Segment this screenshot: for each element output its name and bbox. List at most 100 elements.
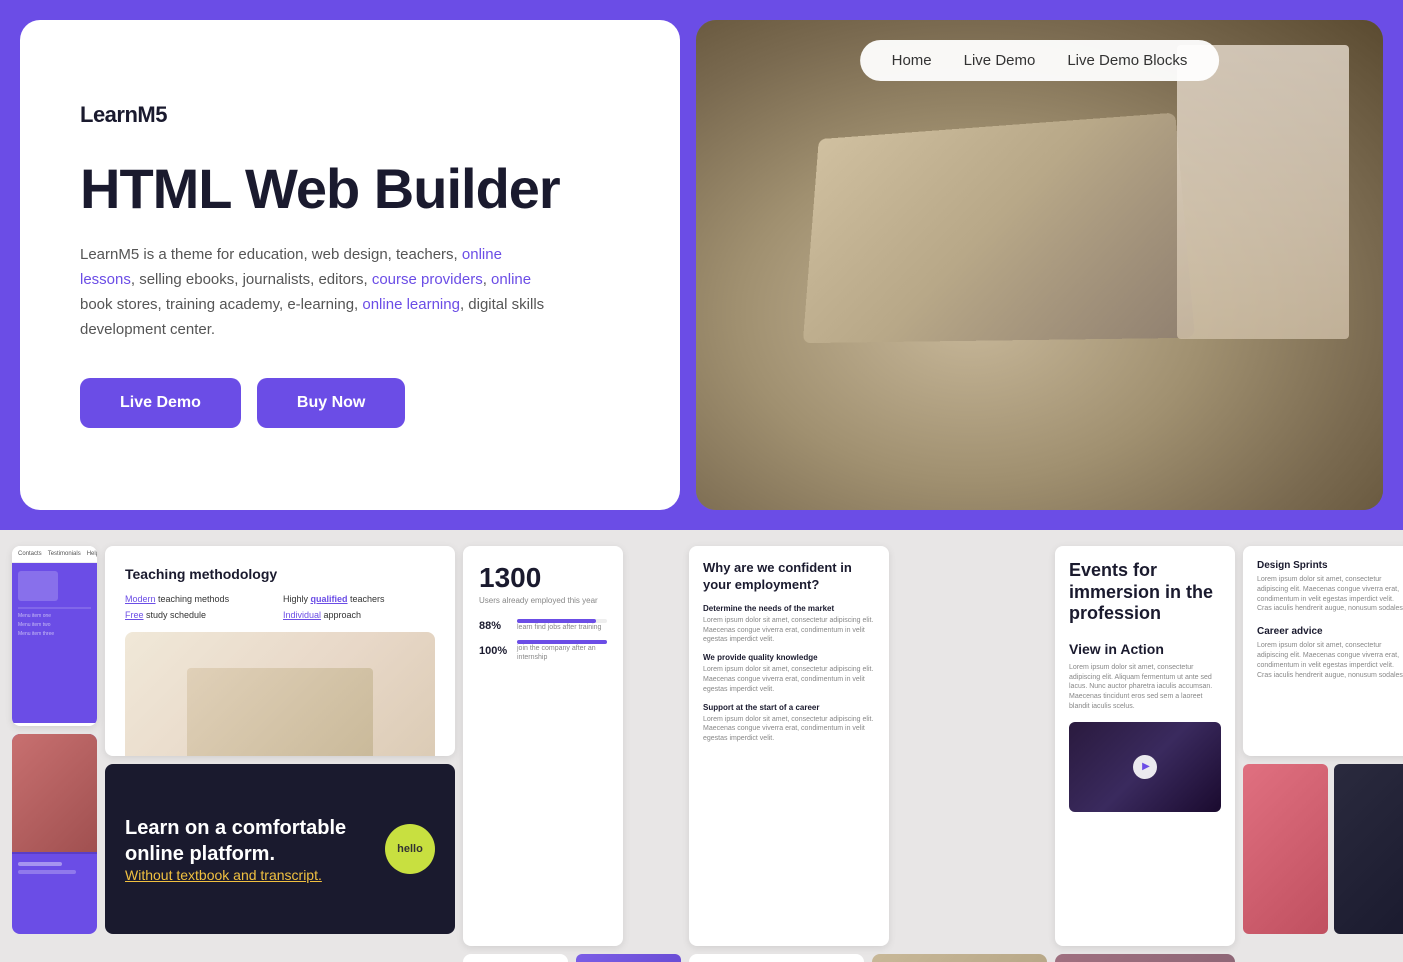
teaching-card: Teaching methodology Modern teaching met… bbox=[105, 546, 455, 756]
hero-right-card: Home Live Demo Live Demo Blocks bbox=[696, 20, 1383, 510]
small-img-dark bbox=[1334, 764, 1403, 934]
preview-sidebar-col: Contacts Testimonials Help Menu item one… bbox=[12, 546, 97, 934]
design-title-2: Career advice bbox=[1257, 626, 1403, 637]
stat-bar-container-2: join the company after an internship bbox=[517, 640, 607, 662]
laptop-small-card bbox=[872, 954, 1047, 962]
nav-live-demo-blocks[interactable]: Live Demo Blocks bbox=[1067, 52, 1187, 69]
why-inner: Why are we confident in your employment?… bbox=[689, 546, 889, 766]
method-2-highlight: qualified bbox=[311, 594, 348, 604]
sidebar-purple: Menu item one Menu item two Menu item th… bbox=[12, 563, 97, 723]
method-1-suffix: teaching methods bbox=[156, 594, 230, 604]
design-bottom-row bbox=[1243, 764, 1403, 934]
sidebar-bar-2 bbox=[18, 870, 76, 874]
sidebar-text-2: Menu item two bbox=[18, 622, 91, 628]
method-2-prefix: Highly bbox=[283, 594, 311, 604]
nav-bar: Home Live Demo Live Demo Blocks bbox=[860, 40, 1220, 81]
hero-buttons: Live Demo Buy Now bbox=[80, 378, 620, 428]
method-3: Free study schedule bbox=[125, 610, 277, 620]
sidebar-text-1: Menu item one bbox=[18, 613, 91, 619]
preview-strip: Contacts Testimonials Help Menu item one… bbox=[0, 530, 1403, 962]
design-text-1: Lorem ipsum dolor sit amet, consectetur … bbox=[1257, 575, 1403, 614]
sidebar-img-placeholder bbox=[12, 734, 97, 854]
why-section-2: We provide quality knowledge Lorem ipsum… bbox=[703, 653, 875, 694]
learn-main-text: Learn on a comfortable online platform. bbox=[125, 815, 385, 867]
why-s1-title: Determine the needs of the market bbox=[703, 604, 875, 613]
play-button[interactable] bbox=[1133, 755, 1157, 779]
method-4: Individual approach bbox=[283, 610, 435, 620]
hero-desc-text: LearnM5 is a theme for education, web de… bbox=[80, 246, 462, 263]
sidebar-text-3: Menu item three bbox=[18, 631, 91, 637]
sidebar-nav-help: Help bbox=[87, 551, 97, 557]
sidebar-bar-1 bbox=[18, 862, 62, 866]
sidebar-image-thumb bbox=[18, 571, 58, 601]
small-img-pink bbox=[1243, 764, 1328, 934]
view-action-image-container bbox=[1069, 722, 1221, 812]
method-3-suffix: study schedule bbox=[144, 610, 207, 620]
design-title-1: Design Sprints bbox=[1257, 560, 1403, 571]
hello-bubble: hello bbox=[385, 824, 435, 874]
learn-card: Learn on a comfortable online platform. … bbox=[105, 764, 455, 934]
method-4-suffix: approach bbox=[321, 610, 361, 620]
preview-sidebar-card-2 bbox=[12, 734, 97, 934]
events-card: Events for immersion in the profession V… bbox=[1055, 546, 1235, 946]
knowledge-row: Knowledge is the best gift! Lorem ipsum … bbox=[689, 954, 1047, 962]
design-inner: Design Sprints Lorem ipsum dolor sit ame… bbox=[1243, 546, 1403, 706]
why-s3-title: Support at the start of a career bbox=[703, 703, 875, 712]
why-s2-text: Lorem ipsum dolor sit amet, consectetur … bbox=[703, 665, 875, 694]
stat-percent-1: 88% bbox=[479, 620, 511, 632]
sidebar-divider bbox=[18, 607, 91, 609]
learn-sub-text: Without textbook and transcript. bbox=[125, 867, 385, 883]
view-action-text: Lorem ipsum dolor sit amet, consectetur … bbox=[1069, 663, 1221, 712]
hero-desc-text-4: book stores, training academy, e-learnin… bbox=[80, 296, 362, 313]
preview-design-col: Design Sprints Lorem ipsum dolor sit ame… bbox=[1243, 546, 1403, 934]
preview-teaching-col: Teaching methodology Modern teaching met… bbox=[105, 546, 455, 934]
why-s3-text: Lorem ipsum dolor sit amet, consectetur … bbox=[703, 715, 875, 744]
stat-row-1: 88% learn find jobs after training bbox=[479, 619, 607, 632]
stat-number: 1300 bbox=[479, 562, 607, 594]
teaching-image bbox=[125, 632, 435, 756]
small-images-col bbox=[576, 954, 681, 962]
events-bottom-image bbox=[1055, 954, 1235, 962]
stat-desc-2: join the company after an internship bbox=[517, 644, 607, 662]
brand-logo: LearnM5 bbox=[80, 102, 620, 128]
design-card: Design Sprints Lorem ipsum dolor sit ame… bbox=[1243, 546, 1403, 756]
methodology-grid: Modern teaching methods Highly qualified… bbox=[125, 594, 435, 620]
stat-row-2: 100% join the company after an internshi… bbox=[479, 640, 607, 662]
sidebar-img-content bbox=[12, 854, 97, 882]
stat-desc-1: learn find jobs after training bbox=[517, 623, 607, 632]
method-3-label: Free bbox=[125, 610, 144, 620]
preview-events-col: Events for immersion in the profession V… bbox=[1055, 546, 1235, 962]
why-section-3: Support at the start of a career Lorem i… bbox=[703, 703, 875, 744]
nav-home[interactable]: Home bbox=[892, 52, 932, 69]
why-title: Why are we confident in your employment? bbox=[703, 560, 875, 594]
events-inner: Events for immersion in the profession V… bbox=[1055, 546, 1235, 826]
method-2-suffix: teachers bbox=[348, 594, 385, 604]
preview-sidebar-card: Contacts Testimonials Help Menu item one… bbox=[12, 546, 97, 726]
method-4-label: Individual bbox=[283, 610, 321, 620]
why-section-1: Determine the needs of the market Lorem … bbox=[703, 604, 875, 645]
nav-live-demo[interactable]: Live Demo bbox=[964, 52, 1036, 69]
stats-inner: 1300 Users already employed this year 88… bbox=[463, 546, 623, 686]
hero-desc-text-3: , bbox=[483, 271, 491, 288]
hero-description: LearnM5 is a theme for education, web de… bbox=[80, 243, 560, 342]
hero-desc-text-2: , selling ebooks, journalists, editors, bbox=[131, 271, 372, 288]
sidebar-nav-strip: Contacts Testimonials Help bbox=[12, 546, 97, 563]
hero-desc-highlight-3: online bbox=[491, 271, 531, 288]
events-title: Events for immersion in the profession bbox=[1069, 560, 1221, 625]
hero-desc-highlight-4: online learning bbox=[362, 296, 460, 313]
teaching-card-inner: Teaching methodology Modern teaching met… bbox=[105, 546, 455, 756]
live-demo-button[interactable]: Live Demo bbox=[80, 378, 241, 428]
design-text-2: Lorem ipsum dolor sit amet, consectetur … bbox=[1257, 641, 1403, 680]
hero-section: LearnM5 HTML Web Builder LearnM5 is a th… bbox=[0, 0, 1403, 530]
why-card: Why are we confident in your employment?… bbox=[689, 546, 889, 946]
stat-percent-2: 100% bbox=[479, 645, 511, 657]
hero-image bbox=[696, 20, 1383, 510]
buy-now-button[interactable]: Buy Now bbox=[257, 378, 405, 428]
stats-card: 1300 Users already employed this year 88… bbox=[463, 546, 623, 946]
stat-bar-container-1: learn find jobs after training bbox=[517, 619, 607, 632]
view-action-image bbox=[1069, 722, 1221, 812]
laptop-visual bbox=[696, 20, 1383, 510]
knowledge-card: Knowledge is the best gift! Lorem ipsum … bbox=[689, 954, 864, 962]
learn-text-container: Learn on a comfortable online platform. … bbox=[125, 815, 385, 883]
method-1: Modern teaching methods bbox=[125, 594, 277, 604]
